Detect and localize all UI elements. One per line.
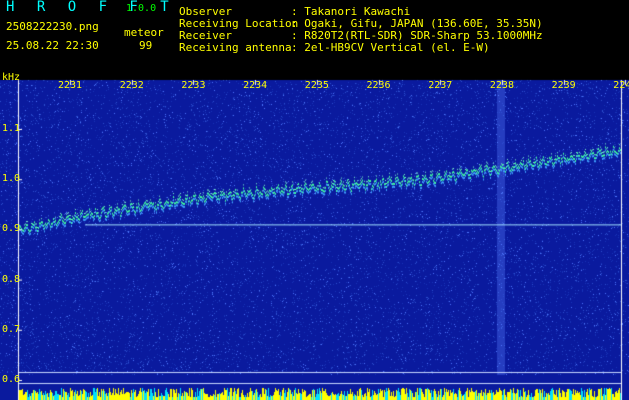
capture-datetime: 25.08.22 22:30 xyxy=(6,39,99,52)
x-tick-label: 2235 xyxy=(304,80,329,91)
x-tick-label: 2233 xyxy=(181,80,206,91)
x-tick-label: 2240 xyxy=(613,80,629,91)
x-tick-label: 2236 xyxy=(366,80,391,91)
app-version: 1.0.0 xyxy=(126,3,157,14)
y-tick-label: 0.8 xyxy=(2,273,21,285)
x-tick-label: 2231 xyxy=(58,80,83,91)
count-label: meteor xyxy=(124,26,164,39)
hroft-screen: H R O F F T 1.0.0 2508222230.png 25.08.2… xyxy=(0,0,629,400)
y-tick-label: 0.7 xyxy=(2,323,21,335)
y-tick-label: 1.1 xyxy=(2,123,21,134)
y-tick-label: 1.0 xyxy=(2,173,21,185)
x-tick-label: 2237 xyxy=(428,80,453,91)
image-filename: 2508222230.png xyxy=(6,20,99,33)
y-tick-label: 0.9 xyxy=(2,223,21,235)
spectrogram xyxy=(0,70,629,400)
y-axis-label: kHz xyxy=(2,72,21,83)
x-tick-label: 2234 xyxy=(243,80,268,91)
count-value: 99 xyxy=(139,39,153,52)
info-value-antenna: : 2el-HB9CV Vertical (el. E-W) xyxy=(291,41,490,54)
x-tick-label: 2239 xyxy=(551,80,576,91)
info-label-antenna: Receiving antenna xyxy=(179,41,292,54)
x-tick-label: 2238 xyxy=(489,80,514,91)
x-tick-label: 2232 xyxy=(119,80,144,91)
y-tick-label: 0.6 xyxy=(2,374,21,385)
